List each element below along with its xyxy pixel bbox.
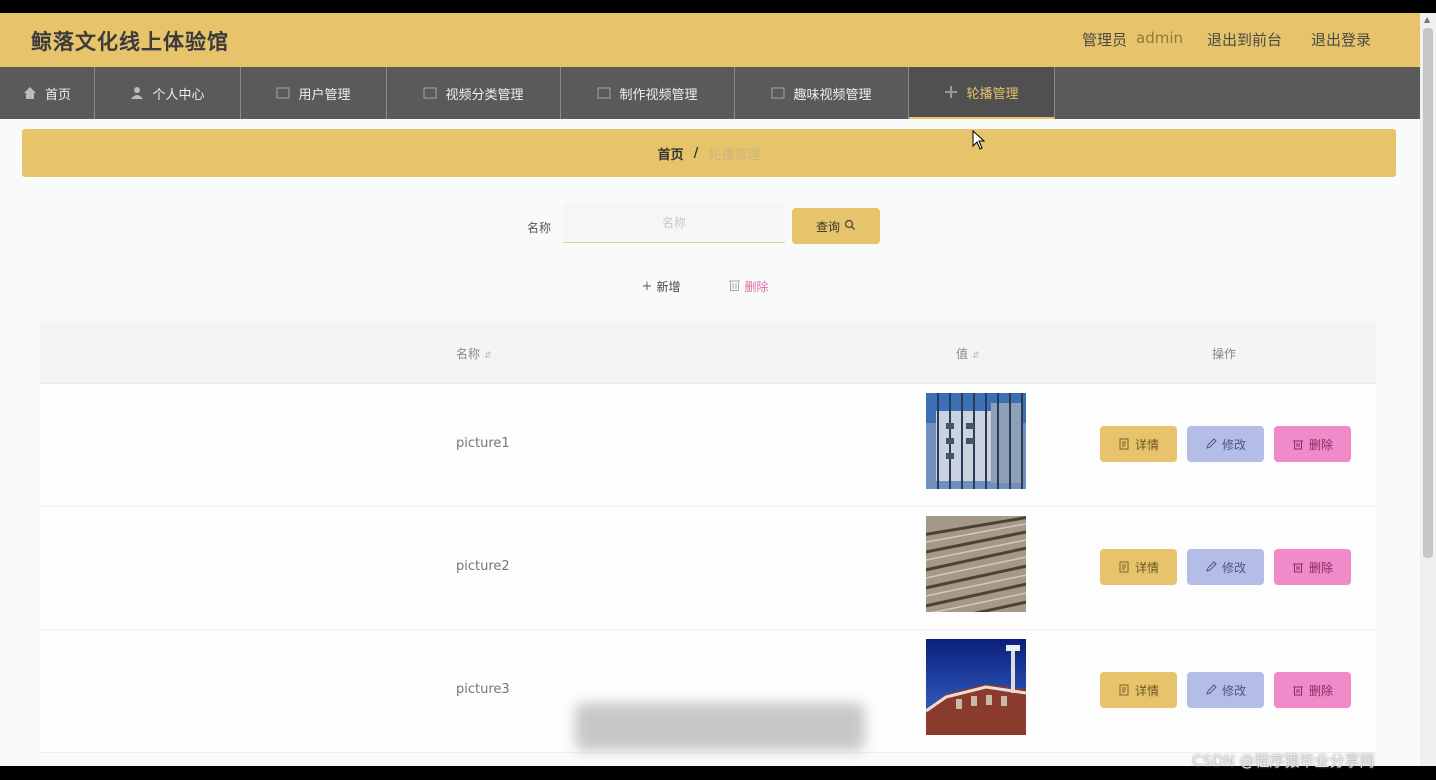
nav-label: 个人中心 (152, 87, 205, 103)
search-label: 名称 (527, 221, 552, 235)
logout-link[interactable]: 退出登录 (1311, 29, 1371, 50)
plus-icon (944, 85, 958, 99)
document-icon (1119, 684, 1129, 696)
add-button[interactable]: + 新增 (629, 273, 693, 299)
column-header-label: 名称 (456, 347, 481, 361)
username: admin (1136, 29, 1183, 47)
row-name: picture3 (456, 682, 510, 697)
breadcrumb: 首页 / 轮播管理 (22, 129, 1396, 177)
detail-button-label: 详情 (1134, 437, 1159, 452)
search-button[interactable]: 查询 (792, 208, 880, 244)
grid-icon (771, 86, 786, 100)
trash-icon (1292, 563, 1303, 573)
delete-button-label: 删除 (1308, 560, 1333, 575)
exit-to-front-link[interactable]: 退出到前台 (1207, 29, 1282, 50)
pencil-icon (1206, 684, 1217, 695)
user-icon (130, 86, 144, 100)
top-header: 鲸落文化线上体验馆 管理员 admin 退出到前台 退出登录 (0, 13, 1420, 67)
edit-button-label: 修改 (1221, 683, 1246, 698)
grid-icon (423, 86, 438, 100)
rail-tracks-photo (926, 516, 1026, 612)
document-icon (1119, 561, 1129, 573)
detail-button[interactable]: 详情 (1100, 426, 1177, 462)
table-row: picture2 详情 修改 删除 (40, 507, 1376, 630)
edit-button-label: 修改 (1221, 437, 1246, 452)
sort-icon: ⇵ (972, 351, 980, 361)
watermark: CSDN @程序猿毕业分享网 (1192, 752, 1375, 770)
row-name: picture1 (456, 436, 510, 451)
nav-item-home[interactable]: 首页 (0, 67, 95, 119)
detail-button-label: 详情 (1134, 560, 1159, 575)
plus-icon: + (641, 278, 653, 294)
detail-button[interactable]: 详情 (1100, 672, 1177, 708)
table-row: picture1 详情 修改 删除 (40, 384, 1376, 507)
batch-delete-button[interactable]: 删除 (721, 273, 777, 299)
mouse-cursor-icon (972, 130, 986, 150)
trash-icon (1292, 440, 1303, 450)
grid-icon (276, 86, 291, 100)
document-icon (1119, 438, 1129, 450)
scroll-up-icon[interactable]: ▲ (1424, 15, 1430, 24)
table-header: 名称 ⇵ 值 ⇵ 操作 (40, 321, 1376, 384)
delete-button-label: 删除 (1308, 683, 1333, 698)
trash-icon (1292, 686, 1303, 696)
trash-icon (729, 279, 741, 294)
edit-button-label: 修改 (1221, 560, 1246, 575)
main-nav: 首页 个人中心 用户管理 视频分类管理 制作视频管理 趣味视频管理 轮播管理 (0, 67, 1420, 119)
delete-button[interactable]: 删除 (1274, 549, 1351, 585)
nav-label: 用户管理 (298, 87, 351, 103)
nav-item-production-video[interactable]: 制作视频管理 (561, 67, 735, 119)
add-button-label: 新增 (656, 279, 681, 294)
breadcrumb-home[interactable]: 首页 (658, 144, 684, 163)
nav-label: 趣味视频管理 (793, 87, 872, 103)
search-input[interactable] (563, 203, 785, 243)
nav-item-carousel[interactable]: 轮播管理 (909, 67, 1055, 119)
breadcrumb-current: 轮播管理 (708, 147, 761, 163)
delete-button[interactable]: 删除 (1274, 672, 1351, 708)
row-name: picture2 (456, 559, 510, 574)
detail-button-label: 详情 (1134, 683, 1159, 698)
nav-label: 制作视频管理 (619, 87, 698, 103)
edit-button[interactable]: 修改 (1187, 426, 1264, 462)
sort-icon: ⇵ (484, 351, 492, 361)
pencil-icon (1206, 438, 1217, 449)
carousel-table: 名称 ⇵ 值 ⇵ 操作 picture1 详情 修改 删除 picture2 详… (40, 321, 1376, 753)
nav-item-profile[interactable]: 个人中心 (95, 67, 241, 119)
home-icon (23, 86, 37, 100)
detail-button[interactable]: 详情 (1100, 549, 1177, 585)
column-header-label: 值 (956, 347, 969, 361)
nav-label: 视频分类管理 (445, 87, 524, 103)
nav-item-fun-video[interactable]: 趣味视频管理 (735, 67, 909, 119)
blurred-overlay (575, 703, 865, 751)
column-header-actions: 操作 (1212, 347, 1237, 361)
nav-item-users[interactable]: 用户管理 (241, 67, 387, 119)
edit-button[interactable]: 修改 (1187, 672, 1264, 708)
column-header-name[interactable]: 名称 ⇵ (456, 345, 492, 362)
column-header-value[interactable]: 值 ⇵ (956, 345, 980, 362)
nav-label: 轮播管理 (966, 86, 1019, 102)
site-title: 鲸落文化线上体验馆 (31, 30, 229, 54)
grid-icon (597, 86, 612, 100)
batch-delete-label: 删除 (744, 279, 769, 294)
search-button-label: 查询 (815, 219, 840, 234)
search-icon (844, 219, 856, 234)
scrollbar-thumb[interactable] (1423, 28, 1433, 558)
building-photo (926, 393, 1026, 489)
delete-button[interactable]: 删除 (1274, 426, 1351, 462)
delete-button-label: 删除 (1308, 437, 1333, 452)
app-window: 鲸落文化线上体验馆 管理员 admin 退出到前台 退出登录 首页 个人中心 用… (0, 13, 1420, 766)
pencil-icon (1206, 561, 1217, 572)
role-label: 管理员 (1082, 31, 1128, 49)
nav-label: 首页 (44, 87, 71, 103)
edit-button[interactable]: 修改 (1187, 549, 1264, 585)
nav-item-video-category[interactable]: 视频分类管理 (387, 67, 561, 119)
stadium-photo (926, 639, 1026, 735)
breadcrumb-separator: / (693, 145, 699, 161)
